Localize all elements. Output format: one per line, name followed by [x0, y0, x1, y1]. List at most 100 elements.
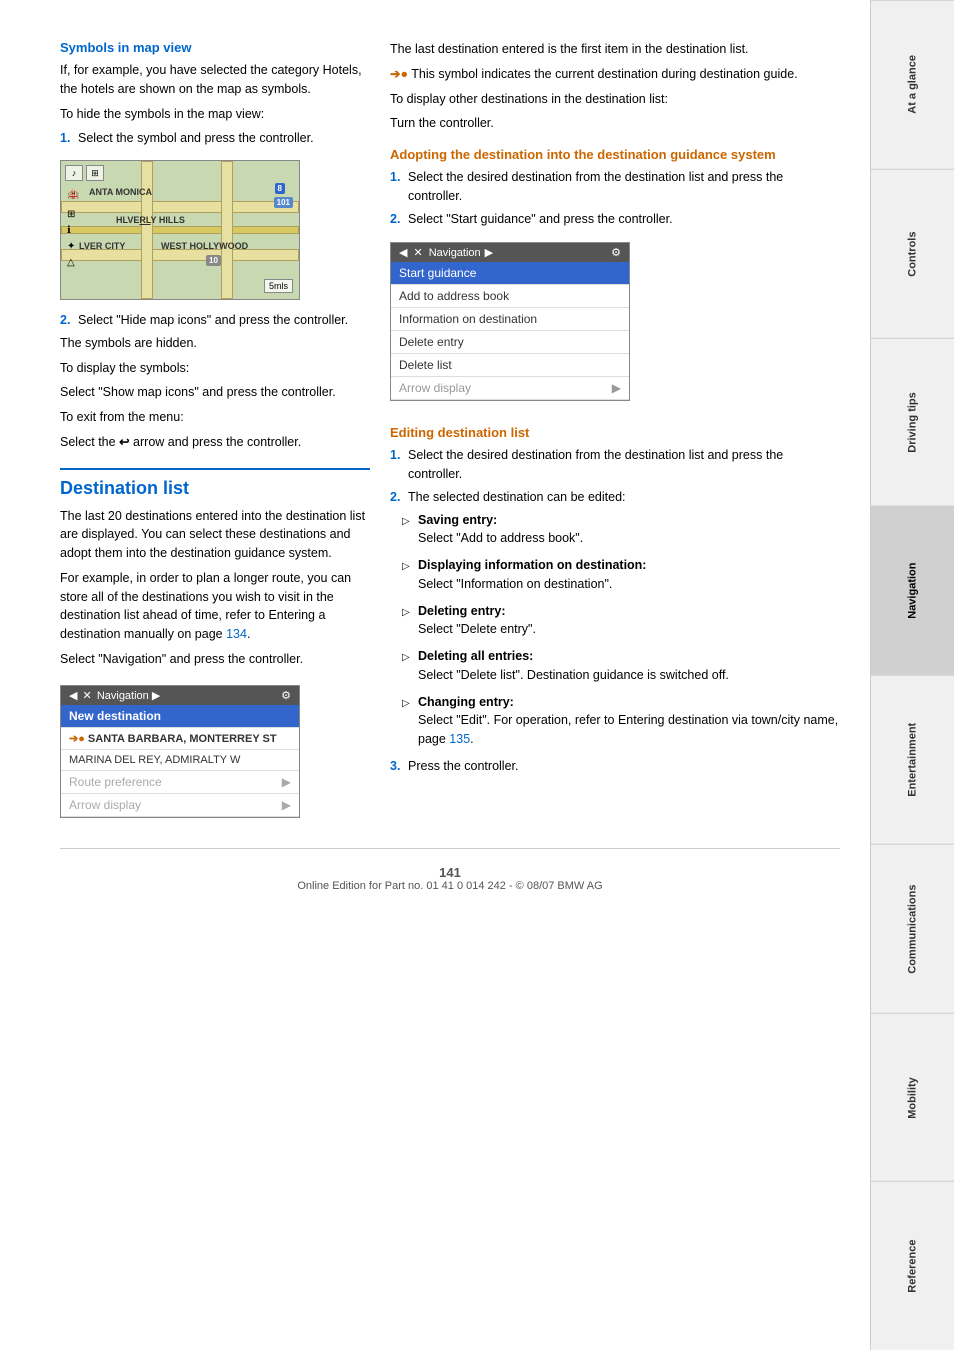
destination-list-section: Destination list The last 20 destination…	[60, 468, 370, 828]
symbols-exit-text: Select the ↩ arrow and press the control…	[60, 433, 370, 452]
left-column: Symbols in map view If, for example, you…	[60, 40, 370, 828]
editing-step-num-2: 2.	[390, 488, 404, 507]
dest-arrow-sym: ➔●	[69, 733, 85, 745]
map-badge-8: 8	[275, 183, 285, 194]
tab-communications[interactable]: Communications	[871, 844, 954, 1013]
map-badge-route: 10	[206, 255, 221, 266]
symbols-exit-label: To exit from the menu:	[60, 408, 370, 427]
nav-menu-item-arrow-display[interactable]: Arrow display▶	[391, 377, 629, 400]
current-dest-symbol: ➔●	[390, 67, 408, 81]
map-icon-triangle: △	[67, 257, 75, 268]
two-column-layout: Symbols in map view If, for example, you…	[60, 40, 840, 828]
map-badge-101: 101	[274, 197, 293, 208]
symbols-show-label: To display the symbols:	[60, 359, 370, 378]
dest-menu-item-route-pref[interactable]: Route preference▶	[61, 771, 299, 794]
dest-menu-item-marina[interactable]: MARINA DEL REY, ADMIRALTY W	[61, 750, 299, 771]
editing-step3: 3. Press the controller.	[390, 757, 840, 776]
dest-list-para2: For example, in order to plan a longer r…	[60, 569, 370, 644]
dest-list-para1: The last 20 destinations entered into th…	[60, 507, 370, 563]
nav-menu-settings-icon: ⚙	[611, 246, 621, 259]
map-label-west-hollywood: WEST HOLLYWOOD	[161, 241, 248, 251]
main-content: Symbols in map view If, for example, you…	[0, 0, 870, 1350]
adopting-step2: 2. Select "Start guidance" and press the…	[390, 210, 840, 229]
tab-reference[interactable]: Reference	[871, 1181, 954, 1350]
editing-bullet-saving: ▷ Saving entry:Select "Add to address bo…	[390, 511, 840, 549]
dest-menu-title: Navigation	[97, 690, 149, 702]
editing-step-num-3: 3.	[390, 757, 404, 776]
right-column: The last destination entered is the firs…	[390, 40, 840, 828]
dest-menu-item-arrow-display[interactable]: Arrow display▶	[61, 794, 299, 817]
editing-section: Editing destination list 1. Select the d…	[390, 425, 840, 775]
nav-menu-item-start-guidance[interactable]: Start guidance	[391, 262, 629, 285]
tab-at-a-glance[interactable]: At a glance	[871, 0, 954, 169]
dest-list-heading: Destination list	[60, 468, 370, 499]
dest-display-label: To display other destinations in the des…	[390, 90, 840, 109]
symbols-section: Symbols in map view If, for example, you…	[60, 40, 370, 452]
bullet-tri-1: ▷	[402, 514, 412, 549]
right-tabs: At a glance Controls Driving tips Naviga…	[870, 0, 954, 1350]
tab-driving-tips[interactable]: Driving tips	[871, 338, 954, 507]
symbols-hidden-text: The symbols are hidden.	[60, 334, 370, 353]
symbols-show-text: Select "Show map icons" and press the co…	[60, 383, 370, 402]
map-image: ANTA MONICA HLVERLY HILLS LVER CITY WEST…	[60, 160, 300, 300]
symbols-para2: To hide the symbols in the map view:	[60, 105, 370, 124]
map-icon-speaker: ♪	[65, 165, 83, 181]
nav-menu-item-information[interactable]: Information on destination	[391, 308, 629, 331]
nav-menu-nav-title: ◀ ✕ Navigation ▶	[399, 246, 493, 259]
map-icon-bookmark: ⊞	[86, 165, 104, 181]
dest-list-intro: The last destination entered is the firs…	[390, 40, 840, 59]
editing-bullet-info: ▷ Displaying information on destination:…	[390, 556, 840, 594]
page-number: 141	[60, 865, 840, 880]
adopting-step1: 1. Select the desired destination from t…	[390, 168, 840, 206]
editing-bullet-change: ▷ Changing entry: Select "Edit". For ope…	[390, 693, 840, 749]
adopting-step-num-2: 2.	[390, 210, 404, 229]
editing-bullet-delete-all: ▷ Deleting all entries:Select "Delete li…	[390, 647, 840, 685]
tab-navigation[interactable]: Navigation	[871, 506, 954, 675]
dest-menu-settings-icon: ⚙	[281, 689, 291, 702]
dest-menu-item-santa-barbara[interactable]: ➔● SANTA BARBARA, MONTERREY ST	[61, 728, 299, 750]
bullet-tri-4: ▷	[402, 650, 412, 685]
page-container: Symbols in map view If, for example, you…	[0, 0, 954, 1350]
map-icon-hotel2: ⊞	[67, 209, 75, 220]
editing-step1: 1. Select the desired destination from t…	[390, 446, 840, 484]
nav-menu-header: ◀ ✕ Navigation ▶ ⚙	[391, 243, 629, 262]
adopting-section: Adopting the destination into the destin…	[390, 147, 840, 411]
dest-menu-item-new-dest[interactable]: New destination	[61, 705, 299, 728]
editing-step-num-1: 1.	[390, 446, 404, 484]
nav-right-arrow: ▶	[152, 690, 160, 702]
nav-menu-cross-icon: ✕	[413, 246, 422, 259]
editing-step2: 2. The selected destination can be edite…	[390, 488, 840, 507]
map-scale: 5mls	[264, 279, 293, 293]
bullet-tri-3: ▷	[402, 605, 412, 640]
editing-page-ref[interactable]: 135	[449, 732, 470, 746]
map-icon-info: ℹ	[67, 225, 71, 236]
map-figure-wrapper: ANTA MONICA HLVERLY HILLS LVER CITY WEST…	[60, 152, 300, 308]
nav-menu-item-delete-entry[interactable]: Delete entry	[391, 331, 629, 354]
step-num-2a: 2.	[60, 311, 74, 330]
dest-menu-nav-title: ◀ ✕ Navigation ▶	[69, 689, 160, 702]
nav-cross-icon: ✕	[83, 690, 92, 702]
symbols-step1: 1. Select the symbol and press the contr…	[60, 129, 370, 148]
map-icon-star: ✦	[67, 241, 75, 252]
symbol-note: ➔● This symbol indicates the current des…	[390, 65, 840, 84]
dest-list-page-ref[interactable]: 134	[226, 627, 247, 641]
editing-heading: Editing destination list	[390, 425, 840, 440]
tab-mobility[interactable]: Mobility	[871, 1013, 954, 1182]
bullet-tri-2: ▷	[402, 559, 412, 594]
map-icon-hotel: 🏨	[67, 189, 79, 200]
map-icons: ♪ ⊞	[65, 165, 104, 181]
symbols-step2: 2. Select "Hide map icons" and press the…	[60, 311, 370, 330]
symbols-para1: If, for example, you have selected the c…	[60, 61, 370, 99]
map-label-culver-city: LVER CITY	[79, 241, 125, 251]
editing-bullet-delete: ▷ Deleting entry:Select "Delete entry".	[390, 602, 840, 640]
tab-controls[interactable]: Controls	[871, 169, 954, 338]
nav-menu-left-arrow: ◀	[399, 246, 407, 259]
map-label-santa-monica: ANTA MONICA	[89, 187, 152, 197]
bullet-tri-5: ▷	[402, 696, 412, 749]
nav-menu-item-delete-list[interactable]: Delete list	[391, 354, 629, 377]
footer-text: Online Edition for Part no. 01 41 0 014 …	[60, 880, 840, 892]
adopting-step-num-1: 1.	[390, 168, 404, 206]
nav-menu-right-arrow: ▶	[485, 246, 493, 259]
tab-entertainment[interactable]: Entertainment	[871, 675, 954, 844]
nav-menu-item-add-address[interactable]: Add to address book	[391, 285, 629, 308]
